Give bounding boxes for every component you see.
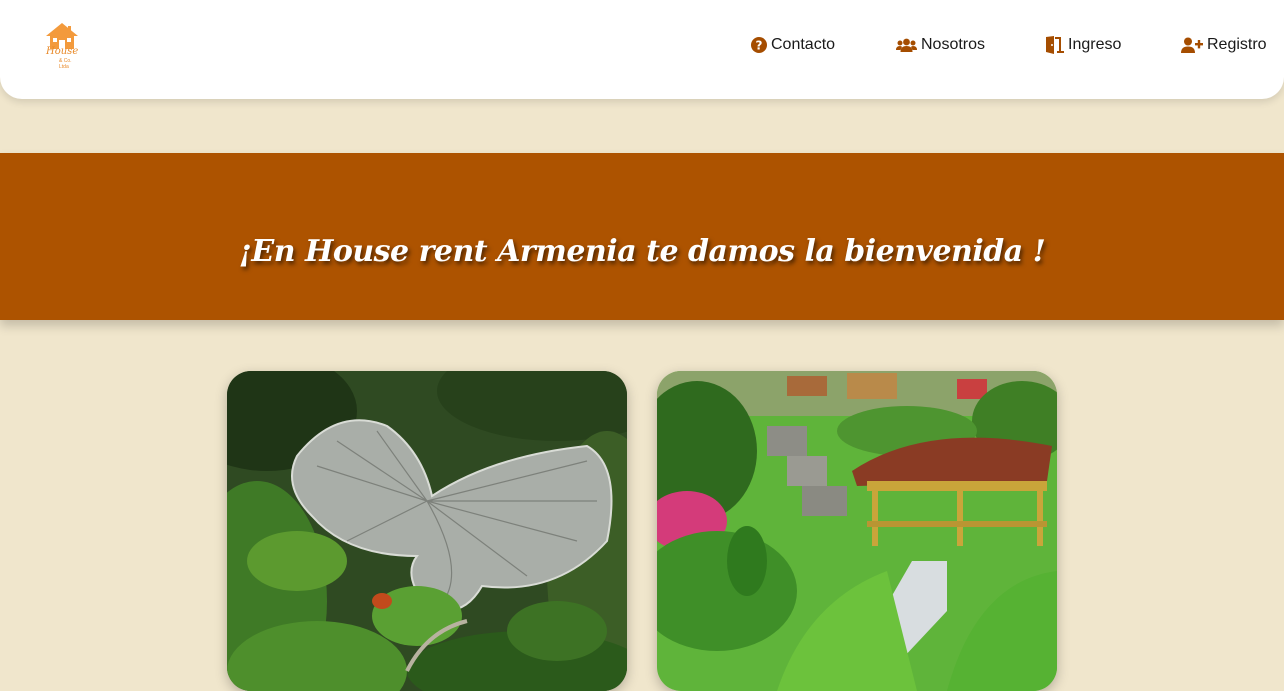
nav-nosotros[interactable]: Nosotros bbox=[896, 32, 985, 58]
house-logo[interactable]: House & Co. Ltda bbox=[42, 21, 82, 70]
nav-registro-label: Registro bbox=[1207, 36, 1267, 53]
card-park-waterfall[interactable] bbox=[657, 371, 1057, 691]
nav-contacto-label: Contacto bbox=[771, 36, 836, 53]
svg-text:?: ? bbox=[756, 39, 763, 53]
users-icon bbox=[896, 38, 917, 52]
logo-subtext: & Co. Ltda bbox=[59, 58, 72, 70]
banner-title: ¡En House rent Armenia te damos la bienv… bbox=[238, 234, 1046, 269]
park-waterfall-photo bbox=[657, 371, 1057, 691]
user-plus-icon bbox=[1181, 37, 1203, 53]
nav-ingreso-label: Ingreso bbox=[1068, 36, 1122, 53]
door-open-icon bbox=[1046, 36, 1064, 54]
nav-contacto[interactable]: ? Contacto bbox=[751, 32, 835, 58]
butterfly-garden-photo bbox=[227, 371, 627, 691]
welcome-banner: ¡En House rent Armenia te damos la bienv… bbox=[0, 153, 1284, 320]
nav-nosotros-label: Nosotros bbox=[921, 36, 986, 53]
question-circle-icon: ? bbox=[751, 37, 767, 53]
card-butterfly-garden[interactable] bbox=[227, 371, 627, 691]
top-navbar: House & Co. Ltda ? Contacto Nosotros Ing… bbox=[0, 0, 1284, 99]
nav-ingreso[interactable]: Ingreso bbox=[1044, 32, 1121, 58]
logo-text: House bbox=[46, 46, 79, 57]
nav-registro[interactable]: Registro bbox=[1181, 32, 1267, 58]
